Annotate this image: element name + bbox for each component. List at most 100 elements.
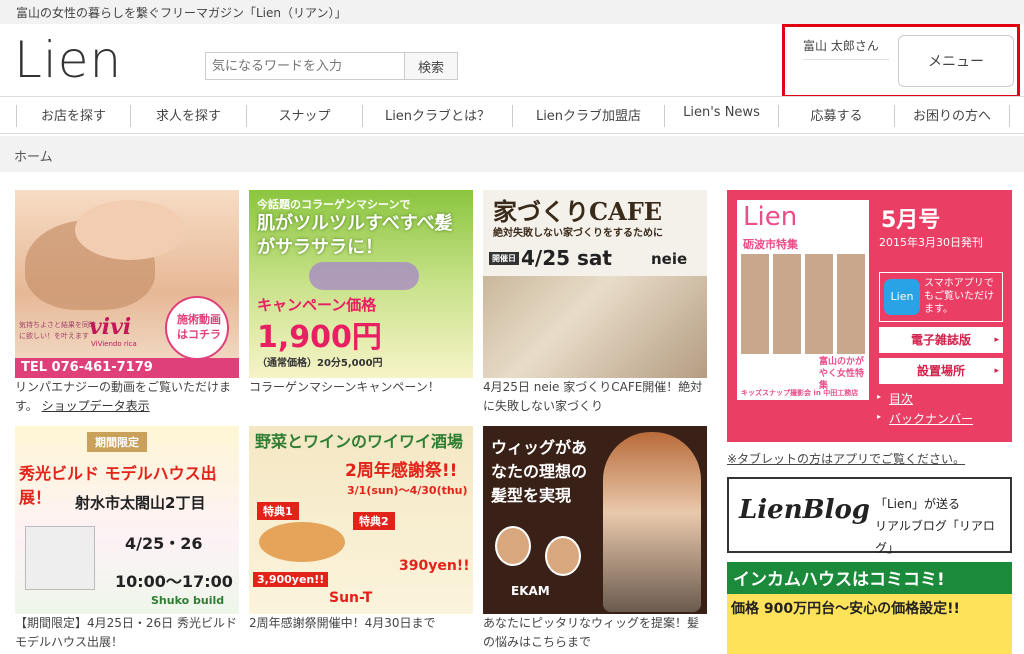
sunt-price1: 3,900yen!! bbox=[253, 572, 329, 587]
cover-bottom: 富山のかがやく女性特集 bbox=[819, 357, 865, 391]
collagen-main: 肌がツルツルすべすべ髪がサラサラに！ bbox=[257, 213, 453, 258]
sunt-tokuten1: 特典1 bbox=[257, 502, 299, 520]
collagen-machine bbox=[309, 262, 419, 290]
search-input[interactable] bbox=[205, 52, 405, 80]
shuko-place: 射水市太閤山2丁目 bbox=[75, 494, 206, 512]
card-collagen-caption: コラーゲンマシーンキャンペーン！ bbox=[249, 380, 440, 394]
food-image bbox=[259, 522, 345, 562]
back-numbers-link[interactable]: バックナンバー bbox=[889, 410, 973, 427]
card-ekam-caption: あなたにピッタリなウィッグを提案！髪の悩みはこちらまで bbox=[483, 616, 700, 649]
wig-model-photo bbox=[603, 432, 701, 612]
video-badge-circle: 施術動画はコチラ bbox=[165, 296, 229, 360]
ekam-brand: EKAM bbox=[511, 584, 550, 598]
shuko-time: 10:00～17:00 bbox=[115, 572, 233, 591]
tagline-bar: 富山の女性の暮らしを繋ぐフリーマガジン「Lien（リアン）」 bbox=[0, 0, 1024, 24]
breadcrumb: ホーム bbox=[0, 136, 1024, 172]
breadcrumb-home[interactable]: ホーム bbox=[14, 146, 53, 165]
app-promo[interactable]: Lien スマホアプリでもご覧いただけます。 bbox=[879, 272, 1003, 322]
video-badge: 施術動画はコチラ bbox=[177, 313, 221, 341]
ekam-text: ウィッグがあなたの理想の髪型を実現 bbox=[491, 438, 588, 505]
lienblog-text-2: リアルブログ「リアログ」 bbox=[875, 519, 995, 555]
nav-snap[interactable]: スナップ bbox=[246, 105, 362, 127]
places-button[interactable]: 設置場所 bbox=[879, 358, 1003, 384]
neie-sub: 絶対失敗しない家づくりをするために bbox=[493, 228, 663, 239]
site-tagline: 富山の女性の暮らしを繋ぐフリーマガジン「Lien（リアン）」 bbox=[16, 6, 347, 20]
magazine-issue: 5月号 bbox=[881, 208, 941, 233]
user-name[interactable]: 富山 太郎さん bbox=[803, 37, 879, 54]
app-icon: Lien bbox=[884, 279, 920, 315]
sunt-brand: Sun-T bbox=[329, 590, 373, 606]
hands-shape bbox=[75, 200, 185, 260]
cover-footer: キッズスナップ撮影会 in 中田工務店 bbox=[741, 389, 859, 397]
tel-strip: TEL 076-461-7179 bbox=[15, 358, 239, 378]
toc-link[interactable]: 目次 bbox=[889, 390, 913, 407]
model-house-image bbox=[25, 526, 95, 590]
nav-news[interactable]: Lien's News bbox=[664, 105, 778, 127]
user-area: 富山 太郎さん メニュー bbox=[782, 24, 1020, 98]
search-button[interactable]: 検索 bbox=[404, 52, 458, 80]
ebook-button[interactable]: 電子雑誌版 bbox=[879, 327, 1003, 353]
main-nav: お店を探す 求人を探す スナップ Lienクラブとは？ Lienクラブ加盟店 L… bbox=[0, 96, 1024, 134]
nav-lien-club[interactable]: Lienクラブとは？ bbox=[362, 105, 512, 127]
card-vivi-banner[interactable]: 気持ちよさと結果を同時に欲しい！を叶えます vivi ViViendo rica… bbox=[15, 190, 239, 378]
sunt-title: 野菜とワインのワイワイ酒場 bbox=[255, 432, 464, 451]
neie-date-label: 開催日 bbox=[489, 252, 519, 265]
tablet-note-link[interactable]: ※タブレットの方はアプリでご覧ください。 bbox=[727, 450, 965, 467]
card-shuko-caption: 【期間限定】4月25日・26日 秀光ビルド モデルハウス出展！ bbox=[15, 616, 237, 649]
card-ekam-banner[interactable]: ウィッグがあなたの理想の髪型を実現 EKAM bbox=[483, 426, 707, 614]
wig-sample-1 bbox=[495, 526, 531, 566]
nav-club-members[interactable]: Lienクラブ加盟店 bbox=[512, 105, 664, 127]
neie-brand: neie bbox=[651, 250, 688, 268]
collagen-price: 1,900円 bbox=[257, 320, 382, 355]
sunt-sub: 2周年感謝祭!! bbox=[345, 461, 458, 481]
collagen-top: 今話題のコラーゲンマシーンで bbox=[257, 198, 411, 211]
neie-title: 家づくりCAFE bbox=[493, 197, 663, 226]
menu-button[interactable]: メニュー bbox=[898, 35, 1014, 87]
neie-date: 4/25 sat bbox=[521, 246, 612, 270]
magazine-date: 2015年3月30日発刊 bbox=[879, 236, 983, 249]
income-title: インカムハウスはコミコミ! bbox=[733, 570, 945, 590]
card-sunt-banner[interactable]: 野菜とワインのワイワイ酒場 2周年感謝祭!! 3/1(sun)～4/30(thu… bbox=[249, 426, 473, 614]
shuko-brand: Shuko build bbox=[151, 594, 225, 607]
card-sunt-caption: 2周年感謝祭開催中！4月30日まで bbox=[249, 616, 436, 630]
shop-data-link[interactable]: ショップデータ表示 bbox=[42, 399, 150, 413]
collagen-regular: （通常価格）20分5,000円 bbox=[257, 358, 383, 369]
magazine-panel: Lien 砺波市特集 富山のかがやく女性特集 キッズスナップ撮影会 in 中田工… bbox=[727, 190, 1012, 442]
nav-find-shop[interactable]: お店を探す bbox=[16, 105, 130, 127]
sunt-price2: 390yen!! bbox=[399, 558, 470, 574]
vivi-tel: TEL 076-461-7179 bbox=[21, 360, 153, 375]
user-divider bbox=[803, 59, 889, 60]
cover-portraits bbox=[741, 254, 865, 354]
nav-help[interactable]: お困りの方へ bbox=[894, 105, 1010, 127]
incomehouse-banner[interactable]: インカムハウスはコミコミ! 価格 900万円台～安心の価格設定!! bbox=[727, 562, 1012, 654]
shuko-tag: 期間限定 bbox=[87, 432, 147, 452]
income-price-row: 価格 900万円台～安心の価格設定!! bbox=[727, 594, 1012, 654]
lienblog-text-1: 「Lien」が送る bbox=[875, 497, 961, 511]
cafe-photo bbox=[483, 276, 707, 378]
lienblog-text: 「Lien」が送る リアルブログ「リアログ」 bbox=[875, 493, 1010, 559]
lienblog-logo: LienBlog bbox=[739, 495, 870, 525]
card-vivi-caption: リンパエナジーの動画をご覧いただけます。 ショップデータ表示 bbox=[15, 378, 239, 416]
card-shuko-banner[interactable]: 期間限定 秀光ビルド モデルハウス出展！ 射水市太閤山2丁目 4/25・26 1… bbox=[15, 426, 239, 614]
lienblog-banner[interactable]: LienBlog 「Lien」が送る リアルブログ「リアログ」 bbox=[727, 477, 1012, 555]
magazine-cover[interactable]: Lien 砺波市特集 富山のかがやく女性特集 キッズスナップ撮影会 in 中田工… bbox=[737, 200, 869, 400]
app-text: スマホアプリでもご覧いただけます。 bbox=[924, 278, 994, 315]
card-neie-banner[interactable]: 家づくりCAFE 絶対失敗しない家づくりをするために 開催日 4/25 sat … bbox=[483, 190, 707, 378]
nav-find-job[interactable]: 求人を探す bbox=[130, 105, 246, 127]
shuko-date: 4/25・26 bbox=[125, 534, 203, 553]
income-sub: 価格 900万円台～安心の価格設定!! bbox=[731, 601, 960, 617]
wig-sample-2 bbox=[545, 536, 581, 576]
vivi-sub: ViViendo rica bbox=[91, 340, 137, 348]
toc-bullet-icon: ▸ bbox=[877, 392, 882, 401]
site-logo[interactable]: Lien bbox=[14, 30, 122, 90]
sunt-period: 3/1(sun)～4/30(thu) bbox=[347, 484, 468, 497]
vivi-logo: vivi bbox=[89, 314, 132, 340]
nav-apply[interactable]: 応募する bbox=[778, 105, 894, 127]
vivi-note: 気持ちよさと結果を同時に欲しい！を叶えます bbox=[19, 321, 96, 340]
back-bullet-icon: ▸ bbox=[877, 412, 882, 421]
cover-logo: Lien bbox=[743, 202, 798, 232]
card-neie-caption: 4月25日 neie 家づくりCAFE開催！絶対に失敗しない家づくり bbox=[483, 380, 703, 413]
sunt-tokuten2: 特典2 bbox=[353, 512, 395, 530]
cover-feature: 砺波市特集 bbox=[743, 238, 798, 251]
card-collagen-banner[interactable]: 今話題のコラーゲンマシーンで 肌がツルツルすべすべ髪がサラサラに！ キャンペーン… bbox=[249, 190, 473, 378]
